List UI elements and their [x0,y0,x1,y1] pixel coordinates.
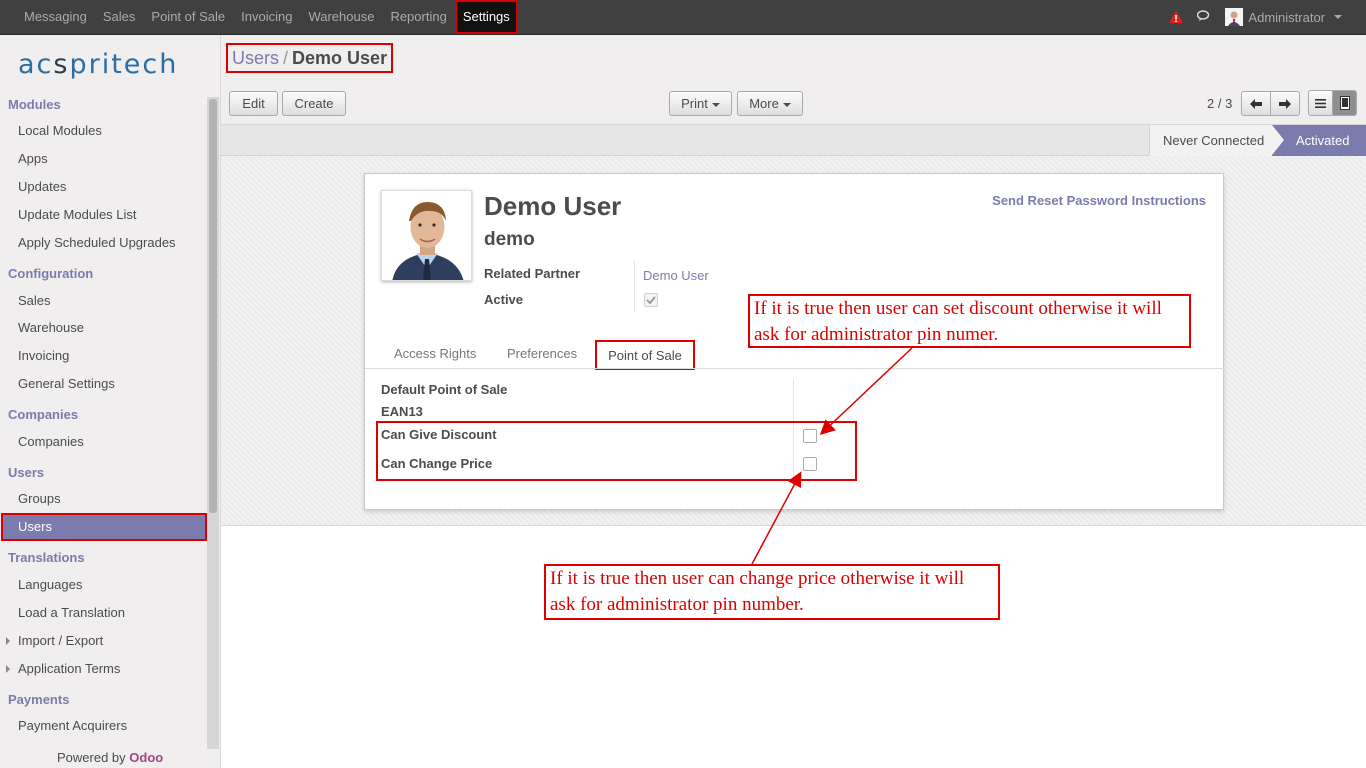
sidebar-item-application-terms[interactable]: Application Terms [5,661,120,676]
sidebar-item-apps[interactable]: Apps [18,151,48,166]
sidebar-item-payment-acquirers[interactable]: Payment Acquirers [18,718,127,733]
control-panel: Users / Demo User Edit Create Print More 2… [221,35,1366,125]
menu-reporting[interactable]: Reporting [382,0,454,34]
edit-button[interactable]: Edit [229,91,278,116]
sidebar-item-apply-scheduled-upgrades[interactable]: Apply Scheduled Upgrades [18,235,176,250]
sidebar-section-users: Users [8,465,45,480]
menu-warehouse[interactable]: Warehouse [300,0,382,34]
arrow-left-icon [1250,98,1262,109]
more-button[interactable]: More [737,91,803,116]
user-photo[interactable] [381,190,472,281]
user-portrait-image [382,191,471,280]
breadcrumb-current: Demo User [292,48,388,68]
pager-next-button[interactable] [1270,91,1300,116]
sidebar-item-local-modules[interactable]: Local Modules [18,123,102,138]
active-checkbox[interactable] [644,293,658,307]
default-pos-label: Default Point of Sale [381,382,508,397]
sidebar-item-import-export[interactable]: Import / Export [5,633,103,648]
pager-value: 2 / 3 [1207,96,1233,111]
company-logo: acspritech [18,49,179,80]
pager-previous-button[interactable] [1241,91,1271,116]
form-icon [1339,96,1350,110]
chevron-down-icon [782,102,791,107]
sidebar-item-load-translation[interactable]: Load a Translation [18,605,125,620]
menu-messaging[interactable]: Messaging [16,0,95,34]
active-label: Active [484,292,524,307]
user-menu[interactable]: Administrator [1225,8,1342,26]
sidebar-item-sales[interactable]: Sales [18,293,51,308]
sidebar-item-languages[interactable]: Languages [18,577,82,592]
form-view-button[interactable] [1332,90,1357,116]
chevron-down-icon [711,102,720,107]
menu-sales[interactable]: Sales [95,0,144,34]
create-button[interactable]: Create [282,91,346,116]
sidebar-section-modules: Modules [8,97,61,112]
sidebar-section-translations: Translations [8,550,85,565]
sidebar-section-payments: Payments [8,692,70,707]
sidebar-item-update-modules-list[interactable]: Update Modules List [18,207,137,222]
topbar-right: Administrator [1169,0,1342,34]
breadcrumb-users-link[interactable]: Users [232,48,279,68]
status-bar: Never Connected Activated [221,125,1366,156]
user-avatar [1225,8,1244,26]
breadcrumb: Users / Demo User [226,43,394,73]
field-divider [634,260,635,312]
list-view-button[interactable] [1308,90,1333,116]
related-partner-link[interactable]: Demo User [643,268,709,283]
print-button[interactable]: Print [669,91,732,116]
app-menu: Messaging Sales Point of Sale Invoicing … [16,0,518,34]
sidebar-item-invoicing[interactable]: Invoicing [18,348,69,363]
sidebar-item-general-settings[interactable]: General Settings [18,376,115,391]
tab-divider [365,368,1225,369]
sidebar-item-companies[interactable]: Companies [18,434,84,449]
annotation-discount-note: If it is true then user can set discount… [748,294,1191,348]
sidebar-section-companies: Companies [8,407,79,422]
chat-icon[interactable] [1197,9,1211,25]
list-icon [1315,98,1326,108]
tab-preferences[interactable]: Preferences [507,346,577,361]
user-name-title: Demo User [484,191,622,221]
menu-settings[interactable]: Settings [454,0,518,34]
annotation-price-note: If it is true then user can change price… [544,564,1000,620]
sidebar-scrollbar[interactable] [207,97,219,749]
menu-point-of-sale[interactable]: Point of Sale [143,0,233,34]
arrow-right-icon [1279,98,1291,109]
tab-access-rights[interactable]: Access Rights [394,346,476,361]
sidebar: acspritech Modules Local Modules Apps Up… [0,35,221,768]
send-reset-password-link[interactable]: Send Reset Password Instructions [992,193,1206,208]
ean13-label: EAN13 [381,404,423,419]
odoo-link[interactable]: Odoo [129,750,163,765]
chevron-down-icon [1334,15,1342,19]
status-never-connected[interactable]: Never Connected [1149,125,1272,156]
status-activated[interactable]: Activated [1272,125,1366,156]
tab-point-of-sale[interactable]: Point of Sale [595,340,695,370]
menu-invoicing[interactable]: Invoicing [233,0,300,34]
sidebar-item-warehouse[interactable]: Warehouse [18,320,84,335]
scrollbar-thumb[interactable] [209,99,217,513]
user-login: demo [484,229,535,250]
sidebar-item-users[interactable]: Users [1,513,207,541]
sidebar-item-groups[interactable]: Groups [18,491,61,506]
sidebar-item-updates[interactable]: Updates [18,179,66,194]
user-name: Administrator [1248,9,1325,25]
sidebar-section-configuration: Configuration [8,266,94,281]
top-navbar: Messaging Sales Point of Sale Invoicing … [0,0,1366,35]
related-partner-label: Related Partner [484,266,581,281]
highlight-box-pos-options [376,421,857,481]
warning-icon[interactable] [1169,11,1184,23]
powered-by: Powered by Odoo [57,750,164,765]
checkmark-icon [646,296,656,305]
